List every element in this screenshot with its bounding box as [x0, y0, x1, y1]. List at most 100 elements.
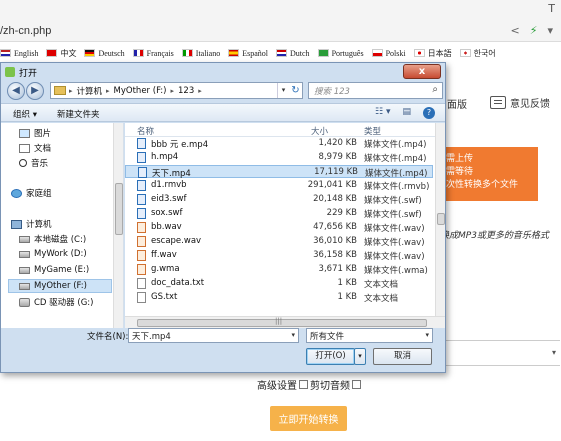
column-size[interactable]: 大小	[311, 125, 328, 137]
chevron-down-icon: ▾	[551, 348, 556, 357]
advanced-settings-checkbox[interactable]	[299, 380, 308, 389]
lang-dutch[interactable]: Dutch	[276, 49, 310, 58]
format-select[interactable]: ▾	[440, 340, 560, 366]
lang-spanish[interactable]: Español	[228, 49, 268, 58]
share-icon[interactable]: <	[511, 24, 520, 37]
scroll-thumb[interactable]	[437, 213, 445, 225]
file-row[interactable]: bbb 元 e.mp4 1,420 KB 媒体文件(.mp4)	[125, 137, 433, 150]
breadcrumb[interactable]: ▸ 计算机 ▸ MyOther (F:) ▸ 123 ▸ ▾	[50, 82, 290, 99]
tshirt-icon[interactable]: T	[548, 2, 555, 15]
file-row[interactable]: h.mp4 8,979 KB 媒体文件(.mp4)	[125, 151, 433, 164]
chevron-down-icon[interactable]: ▾	[547, 24, 553, 37]
audio-file-icon	[137, 236, 146, 247]
chevron-down-icon[interactable]: ▾	[425, 331, 429, 339]
file-row[interactable]: doc_data.txt 1 KB 文本文档	[125, 277, 433, 290]
lang-portuguese[interactable]: Português	[317, 49, 364, 58]
back-arrow-icon[interactable]: ◀	[7, 82, 25, 100]
lang-italian[interactable]: Italiano	[181, 49, 220, 58]
scroll-thumb[interactable]	[115, 183, 123, 235]
breadcrumb-drive[interactable]: MyOther (F:)	[114, 86, 167, 96]
close-button[interactable]: x	[403, 64, 441, 79]
chevron-down-icon[interactable]: ▾	[291, 331, 295, 339]
file-row[interactable]: escape.wav 36,010 KB 媒体文件(.wav)	[125, 235, 433, 248]
filename-input[interactable]: 天下.mp4 ▾	[128, 328, 299, 343]
column-type[interactable]: 类型	[364, 125, 381, 137]
nav-item-drive-c[interactable]: 本地磁盘 (C:)	[19, 233, 86, 245]
filetype-select[interactable]: 所有文件 ▾	[306, 328, 433, 343]
column-name[interactable]: 名称	[137, 125, 154, 137]
drive-icon	[19, 266, 30, 274]
horizontal-scrollbar[interactable]: |||	[125, 316, 445, 328]
organize-menu[interactable]: 组织 ▾	[13, 108, 37, 120]
app-icon	[5, 67, 15, 77]
cut-audio-label: 剪切音频	[310, 381, 350, 392]
nav-item-documents[interactable]: 文档	[19, 142, 51, 154]
flag-icon	[132, 49, 144, 57]
open-button[interactable]: 打开(O)	[306, 348, 355, 365]
file-row[interactable]: bb.wav 47,656 KB 媒体文件(.wav)	[125, 221, 433, 234]
chevron-right-icon[interactable]: ▸	[170, 87, 174, 95]
view-options-icon[interactable]: ☷ ▾	[375, 107, 390, 119]
nav-item-music[interactable]: 音乐	[19, 157, 48, 169]
chevron-right-icon[interactable]: ▸	[69, 87, 73, 95]
drive-icon	[19, 282, 30, 290]
lang-english[interactable]: English	[0, 49, 38, 58]
lang-chinese[interactable]: 中文	[46, 48, 76, 59]
cut-audio-checkbox[interactable]	[352, 380, 361, 389]
flag-icon	[459, 49, 471, 57]
cancel-button[interactable]: 取消	[373, 348, 432, 365]
help-icon[interactable]: ?	[423, 107, 435, 119]
text-file-icon	[137, 278, 146, 289]
nav-item-drive-f[interactable]: MyOther (F:)	[8, 279, 112, 293]
lang-polish[interactable]: Polski	[371, 49, 406, 58]
preview-pane-icon[interactable]: ▤	[402, 107, 411, 119]
search-input[interactable]: 搜索 123 ⌕	[308, 82, 443, 99]
nav-item-drive-e[interactable]: MyGame (E:)	[19, 265, 89, 275]
lang-korean[interactable]: 한국어	[459, 48, 496, 59]
nav-item-pictures[interactable]: 图片	[19, 127, 51, 139]
audio-file-icon	[137, 222, 146, 233]
breadcrumb-computer[interactable]: 计算机	[77, 85, 103, 97]
file-row[interactable]: ff.wav 36,158 KB 媒体文件(.wav)	[125, 249, 433, 262]
file-row-selected[interactable]: 天下.mp4 17,119 KB 媒体文件(.mp4)	[125, 165, 433, 179]
grip-icon: |||	[275, 317, 283, 325]
url-text[interactable]: /zh-cn.php	[0, 25, 51, 37]
file-row[interactable]: GS.txt 1 KB 文本文档	[125, 291, 433, 304]
forward-arrow-icon[interactable]: ▶	[26, 82, 44, 100]
nav-item-homegroup[interactable]: 家庭组	[11, 187, 52, 199]
lang-japanese[interactable]: 日本語	[413, 48, 452, 59]
file-row[interactable]: sox.swf 229 KB 媒体文件(.swf)	[125, 207, 433, 220]
lang-french[interactable]: Français	[132, 49, 174, 58]
dialog-title: 打开	[19, 69, 38, 79]
address-icons: < ⚡ ▾	[511, 24, 553, 37]
feedback-link[interactable]: 意见反馈	[490, 95, 550, 110]
refresh-icon[interactable]: ↻	[289, 82, 303, 99]
pictures-icon	[19, 128, 30, 138]
audio-file-icon	[137, 264, 146, 275]
nav-scrollbar[interactable]	[113, 123, 123, 328]
start-convert-button[interactable]: 立即开始转换	[270, 406, 347, 431]
file-row[interactable]: g.wma 3,671 KB 媒体文件(.wma)	[125, 263, 433, 276]
dialog-titlebar[interactable]: 打开 x	[1, 63, 445, 81]
chevron-right-icon[interactable]: ▸	[106, 87, 110, 95]
upload-box[interactable]: 需上传 需等待 次性转换多个文件	[440, 147, 538, 201]
open-split-dropdown[interactable]: ▾	[354, 348, 366, 365]
flag-icon	[0, 49, 11, 57]
nav-item-drive-d[interactable]: MyWork (D:)	[19, 249, 87, 259]
music-icon	[19, 159, 27, 167]
file-list-scrollbar[interactable]	[435, 123, 445, 316]
flag-icon	[181, 49, 193, 57]
version-link[interactable]: 面版	[447, 96, 467, 111]
file-row[interactable]: d1.rmvb 291,041 KB 媒体文件(.rmvb)	[125, 179, 433, 192]
nav-item-computer[interactable]: 计算机	[11, 218, 52, 230]
nav-item-cd-drive[interactable]: CD 驱动器 (G:)	[19, 296, 93, 308]
text-file-icon	[137, 292, 146, 303]
bolt-icon[interactable]: ⚡	[530, 24, 538, 37]
breadcrumb-folder[interactable]: 123	[178, 86, 194, 96]
file-open-dialog: 打开 x ◀ ▶ ▸ 计算机 ▸ MyOther (F:) ▸ 123 ▸ ▾ …	[0, 62, 446, 373]
chevron-down-icon[interactable]: ▾	[277, 83, 289, 98]
lang-german[interactable]: Deutsch	[84, 49, 125, 58]
chevron-right-icon[interactable]: ▸	[198, 87, 202, 95]
file-row[interactable]: eid3.swf 20,148 KB 媒体文件(.swf)	[125, 193, 433, 206]
new-folder-button[interactable]: 新建文件夹	[57, 108, 100, 120]
